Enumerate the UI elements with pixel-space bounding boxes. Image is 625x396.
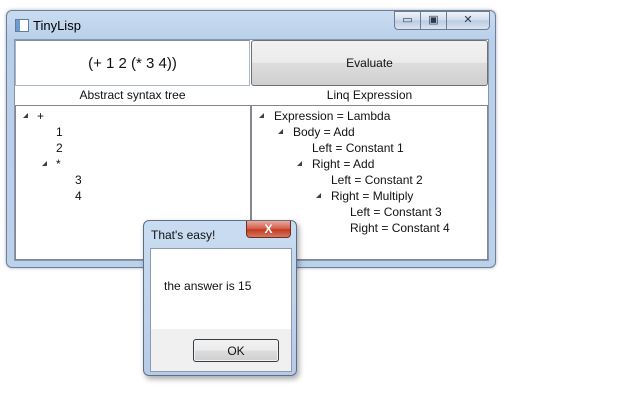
window-title: TinyLisp bbox=[33, 18, 81, 33]
ok-button[interactable]: OK bbox=[193, 339, 279, 362]
expander-icon[interactable] bbox=[42, 161, 47, 166]
tree-node[interactable]: 2 bbox=[56, 140, 63, 156]
title-bar[interactable]: TinyLisp ▭ ▣ ✕ bbox=[7, 11, 495, 39]
expander-icon[interactable] bbox=[278, 129, 283, 134]
tree-node[interactable]: Right = Constant 4 bbox=[350, 220, 450, 236]
tree-node[interactable]: 4 bbox=[75, 188, 82, 204]
tree-node[interactable]: Expression = Lambda bbox=[274, 108, 390, 124]
expander-icon[interactable] bbox=[297, 161, 302, 166]
tree-node[interactable]: Right = Add bbox=[312, 156, 374, 172]
expander-icon[interactable] bbox=[316, 193, 321, 198]
tree-node[interactable]: Body = Add bbox=[293, 124, 355, 140]
tree-node[interactable]: Left = Constant 1 bbox=[312, 140, 404, 156]
tree-node[interactable]: Left = Constant 3 bbox=[350, 204, 442, 220]
minimize-icon: ▭ bbox=[402, 14, 413, 26]
linq-header: Linq Expression bbox=[326, 88, 413, 102]
tree-node[interactable]: Right = Multiply bbox=[331, 188, 413, 204]
dialog-close-button[interactable]: X bbox=[246, 221, 291, 238]
tree-node[interactable]: 1 bbox=[56, 124, 63, 140]
ast-header: Abstract syntax tree bbox=[79, 88, 186, 102]
caption-buttons: ▭ ▣ ✕ bbox=[394, 11, 490, 30]
tree-node[interactable]: 3 bbox=[75, 172, 82, 188]
message-dialog: That's easy! X the answer is 15 OK bbox=[143, 220, 297, 376]
dialog-message: the answer is 15 bbox=[164, 279, 252, 293]
dialog-title: That's easy! bbox=[151, 228, 216, 242]
close-icon: ✕ bbox=[463, 14, 473, 26]
maximize-icon: ▣ bbox=[428, 14, 439, 26]
tree-node[interactable]: + bbox=[37, 108, 44, 124]
close-button[interactable]: ✕ bbox=[446, 11, 490, 30]
expander-icon[interactable] bbox=[23, 113, 28, 118]
minimize-button[interactable]: ▭ bbox=[394, 11, 420, 30]
evaluate-button[interactable]: Evaluate bbox=[251, 40, 488, 86]
expression-input[interactable]: (+ 1 2 (* 3 4)) bbox=[15, 40, 250, 86]
maximize-button[interactable]: ▣ bbox=[420, 11, 446, 30]
dialog-body: the answer is 15 OK bbox=[150, 248, 292, 372]
tree-node[interactable]: * bbox=[56, 156, 61, 172]
close-icon: X bbox=[264, 222, 273, 236]
expander-icon[interactable] bbox=[259, 113, 264, 118]
dialog-footer: OK bbox=[151, 329, 291, 371]
tree-node[interactable]: Left = Constant 2 bbox=[331, 172, 423, 188]
app-window-icon bbox=[15, 19, 29, 32]
